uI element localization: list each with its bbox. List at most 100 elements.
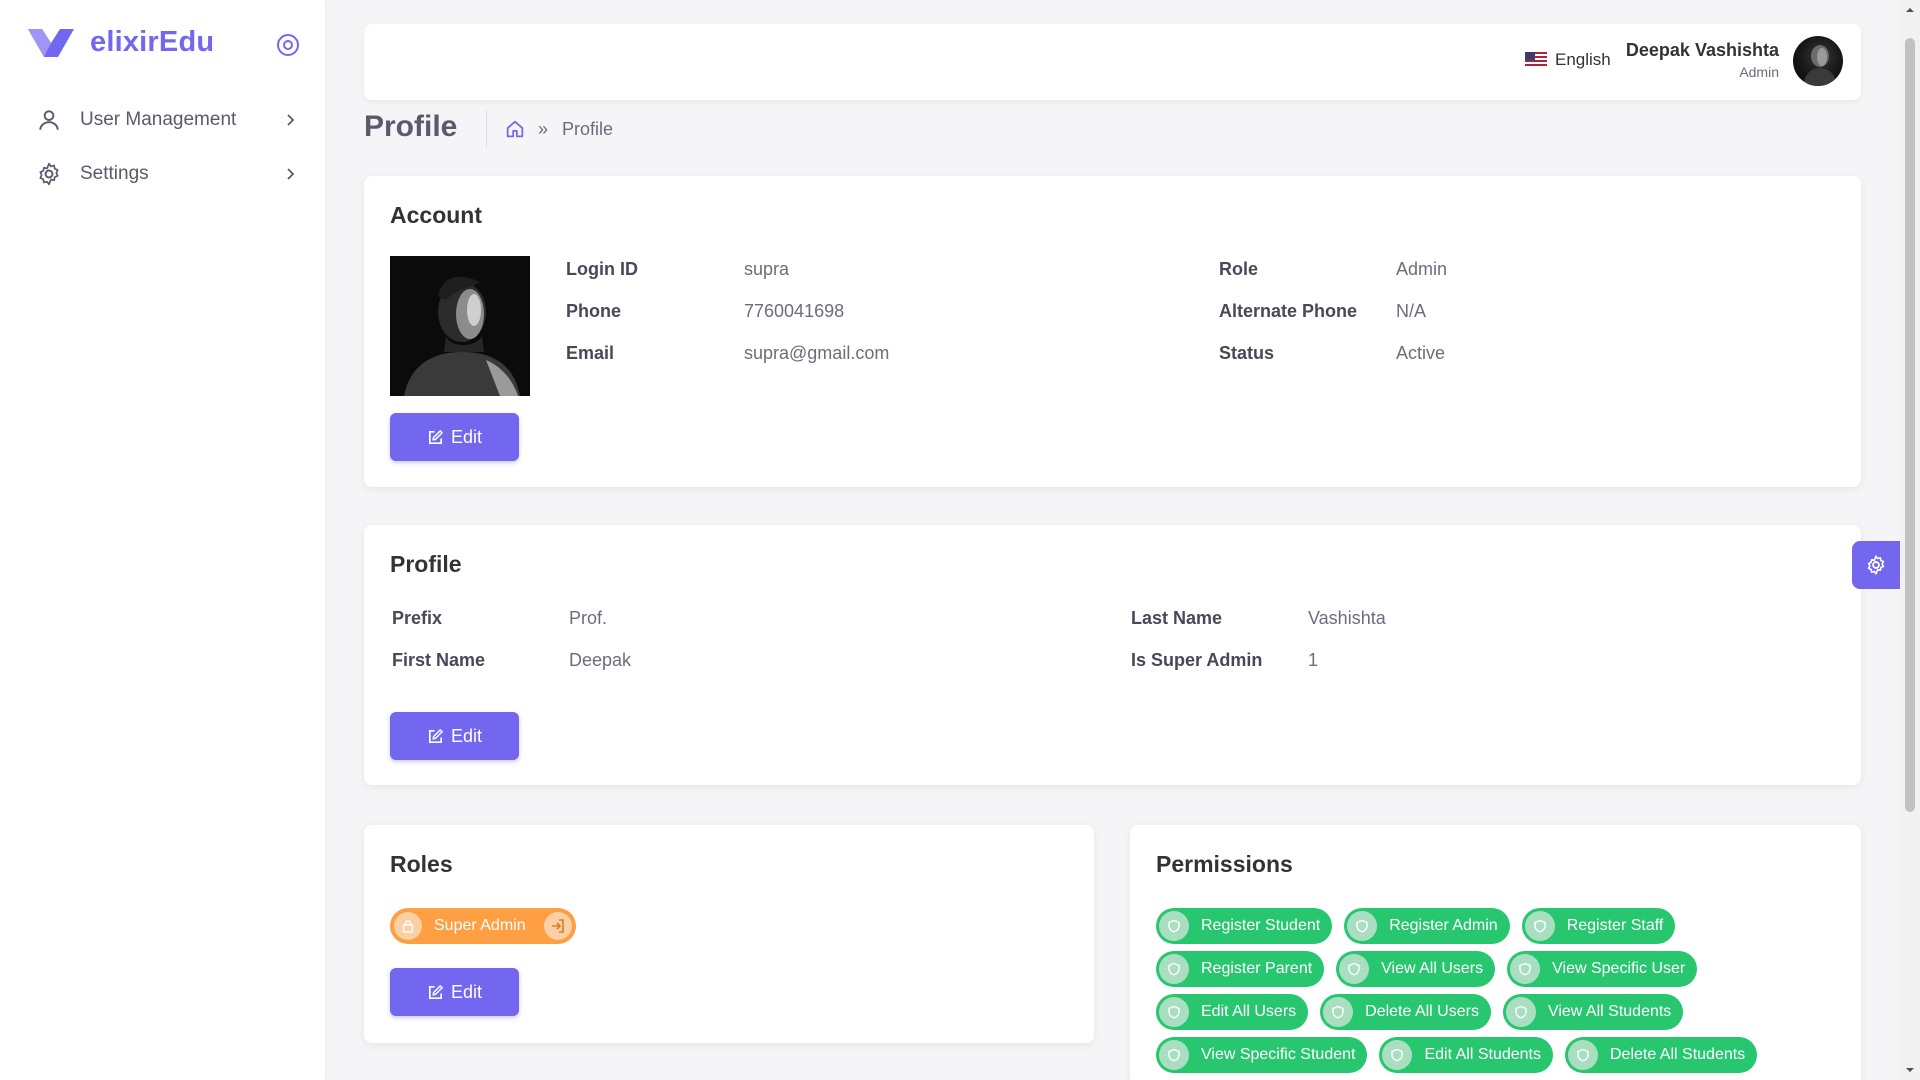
permission-label: Edit All Users bbox=[1201, 1003, 1297, 1020]
phone-label: Phone bbox=[566, 301, 622, 321]
title-divider bbox=[486, 110, 487, 148]
user-name: Deepak Vashishta bbox=[1625, 40, 1779, 60]
brand[interactable]: elixirEdu bbox=[28, 26, 214, 59]
permission-chip[interactable]: View Specific User bbox=[1507, 951, 1698, 987]
home-icon[interactable] bbox=[504, 118, 526, 140]
chevron-right-icon bbox=[287, 168, 295, 180]
permission-chip[interactable]: Edit All Users bbox=[1156, 994, 1309, 1030]
scrollbar-thumb[interactable] bbox=[1905, 38, 1915, 812]
gear-icon bbox=[39, 162, 59, 186]
permission-row: View Specific Student Edit All Students … bbox=[1156, 1037, 1769, 1073]
profile-edit-button[interactable]: Edit bbox=[390, 712, 519, 760]
permission-chip[interactable]: Delete All Users bbox=[1320, 994, 1491, 1030]
permission-chip[interactable]: View Specific Student bbox=[1156, 1037, 1368, 1073]
profile-card: Profile Prefix Prof. First Name Deepak L… bbox=[364, 525, 1861, 785]
shield-icon bbox=[1510, 954, 1541, 984]
permission-label: View Specific User bbox=[1552, 960, 1686, 977]
page-title: Profile bbox=[364, 110, 458, 143]
edit-label: Edit bbox=[450, 725, 483, 746]
user-role: Admin bbox=[1739, 64, 1779, 80]
permission-label: Register Parent bbox=[1201, 960, 1313, 977]
shield-icon bbox=[1159, 911, 1189, 941]
permission-label: Register Staff bbox=[1566, 917, 1664, 934]
sidebar-item-settings[interactable]: Settings bbox=[36, 154, 298, 194]
account-card-title: Account bbox=[390, 202, 482, 228]
permissions-card-title: Permissions bbox=[1156, 851, 1293, 877]
scroll-down-arrow-icon[interactable] bbox=[1904, 1064, 1916, 1076]
language-label: English bbox=[1555, 50, 1611, 69]
edit-icon bbox=[428, 984, 443, 999]
permission-chip[interactable]: Edit All Students bbox=[1379, 1037, 1553, 1073]
role-chip-label: Super Admin bbox=[434, 917, 526, 934]
permission-label: Register Admin bbox=[1389, 917, 1498, 934]
permission-chip[interactable]: Register Student bbox=[1156, 908, 1333, 944]
roles-card: Roles Super Admin Edit bbox=[364, 825, 1094, 1043]
edit-icon bbox=[428, 728, 443, 743]
first-name-value: Deepak bbox=[569, 650, 632, 670]
is-super-admin-label: Is Super Admin bbox=[1131, 650, 1263, 670]
roles-edit-button[interactable]: Edit bbox=[390, 968, 519, 1016]
breadcrumb: » Profile bbox=[504, 118, 613, 140]
shield-icon bbox=[1347, 911, 1378, 941]
permission-chip[interactable]: Register Parent bbox=[1156, 951, 1325, 987]
last-name-value: Vashishta bbox=[1308, 608, 1386, 628]
edit-label: Edit bbox=[450, 981, 483, 1002]
avatar-portrait-icon bbox=[1803, 45, 1837, 86]
permission-label: View Specific Student bbox=[1201, 1046, 1356, 1063]
alternate-phone-value: N/A bbox=[1396, 301, 1427, 321]
alternate-phone-label: Alternate Phone bbox=[1219, 301, 1358, 321]
permission-label: Register Student bbox=[1201, 917, 1321, 934]
profile-photo bbox=[390, 256, 530, 396]
profile-card-title: Profile bbox=[390, 551, 462, 577]
permission-row: Edit All Users Delete All Users View All… bbox=[1156, 994, 1695, 1030]
breadcrumb-current: Profile bbox=[562, 118, 614, 139]
profile-portrait-icon bbox=[390, 256, 530, 396]
first-name-label: First Name bbox=[392, 650, 486, 670]
permission-chip[interactable]: Register Staff bbox=[1521, 908, 1676, 944]
sidebar-item-user-management[interactable]: User Management bbox=[36, 100, 298, 140]
shield-icon bbox=[1524, 911, 1555, 941]
is-super-admin-value: 1 bbox=[1308, 650, 1319, 670]
sidebar-collapse-icon[interactable] bbox=[276, 33, 300, 57]
permission-chip[interactable]: View All Users bbox=[1336, 951, 1496, 987]
sidebar: elixirEdu User Management Settings bbox=[0, 0, 325, 1080]
permission-chip[interactable]: View All Students bbox=[1502, 994, 1684, 1030]
vertical-scrollbar[interactable] bbox=[1900, 0, 1920, 1080]
shield-icon bbox=[1382, 1040, 1413, 1070]
permission-chip[interactable]: Delete All Students bbox=[1564, 1037, 1758, 1073]
login-id-value: supra bbox=[744, 259, 790, 279]
edit-icon bbox=[428, 429, 443, 444]
scroll-up-arrow-icon[interactable] bbox=[1904, 4, 1916, 16]
avatar[interactable] bbox=[1793, 36, 1843, 86]
role-chip[interactable]: Super Admin bbox=[390, 908, 576, 944]
language-selector[interactable]: English bbox=[1525, 50, 1611, 70]
login-id-label: Login ID bbox=[566, 259, 638, 279]
permission-row: Register Student Register Admin Register… bbox=[1156, 908, 1687, 944]
status-value: Active bbox=[1396, 343, 1446, 363]
shield-icon bbox=[1339, 954, 1370, 984]
us-flag-icon bbox=[1525, 52, 1547, 68]
account-card: Account Login ID supra Phone 7760041698 … bbox=[364, 176, 1861, 487]
shield-icon bbox=[1505, 997, 1536, 1027]
shield-icon bbox=[1567, 1040, 1598, 1070]
sidebar-item-label: User Management bbox=[80, 109, 237, 130]
gear-icon bbox=[1867, 555, 1885, 575]
last-name-label: Last Name bbox=[1131, 608, 1223, 628]
theme-customizer-button[interactable] bbox=[1852, 541, 1900, 589]
user-menu[interactable]: Deepak Vashishta Admin bbox=[1626, 40, 1779, 80]
user-icon bbox=[39, 110, 59, 130]
breadcrumb-separator: » bbox=[538, 118, 549, 139]
email-label: Email bbox=[566, 343, 615, 363]
login-icon[interactable] bbox=[544, 912, 572, 940]
role-label: Role bbox=[1219, 259, 1259, 279]
topbar: English Deepak Vashishta Admin bbox=[364, 24, 1861, 100]
roles-card-title: Roles bbox=[390, 851, 453, 877]
role-value: Admin bbox=[1396, 259, 1448, 279]
account-edit-button[interactable]: Edit bbox=[390, 413, 519, 461]
shield-icon bbox=[1159, 1040, 1189, 1070]
shield-icon bbox=[1323, 997, 1354, 1027]
permission-row: Register Parent View All Users View Spec… bbox=[1156, 951, 1709, 987]
shield-icon bbox=[1159, 997, 1189, 1027]
brand-logo-icon bbox=[28, 28, 74, 57]
permission-chip[interactable]: Register Admin bbox=[1344, 908, 1510, 944]
